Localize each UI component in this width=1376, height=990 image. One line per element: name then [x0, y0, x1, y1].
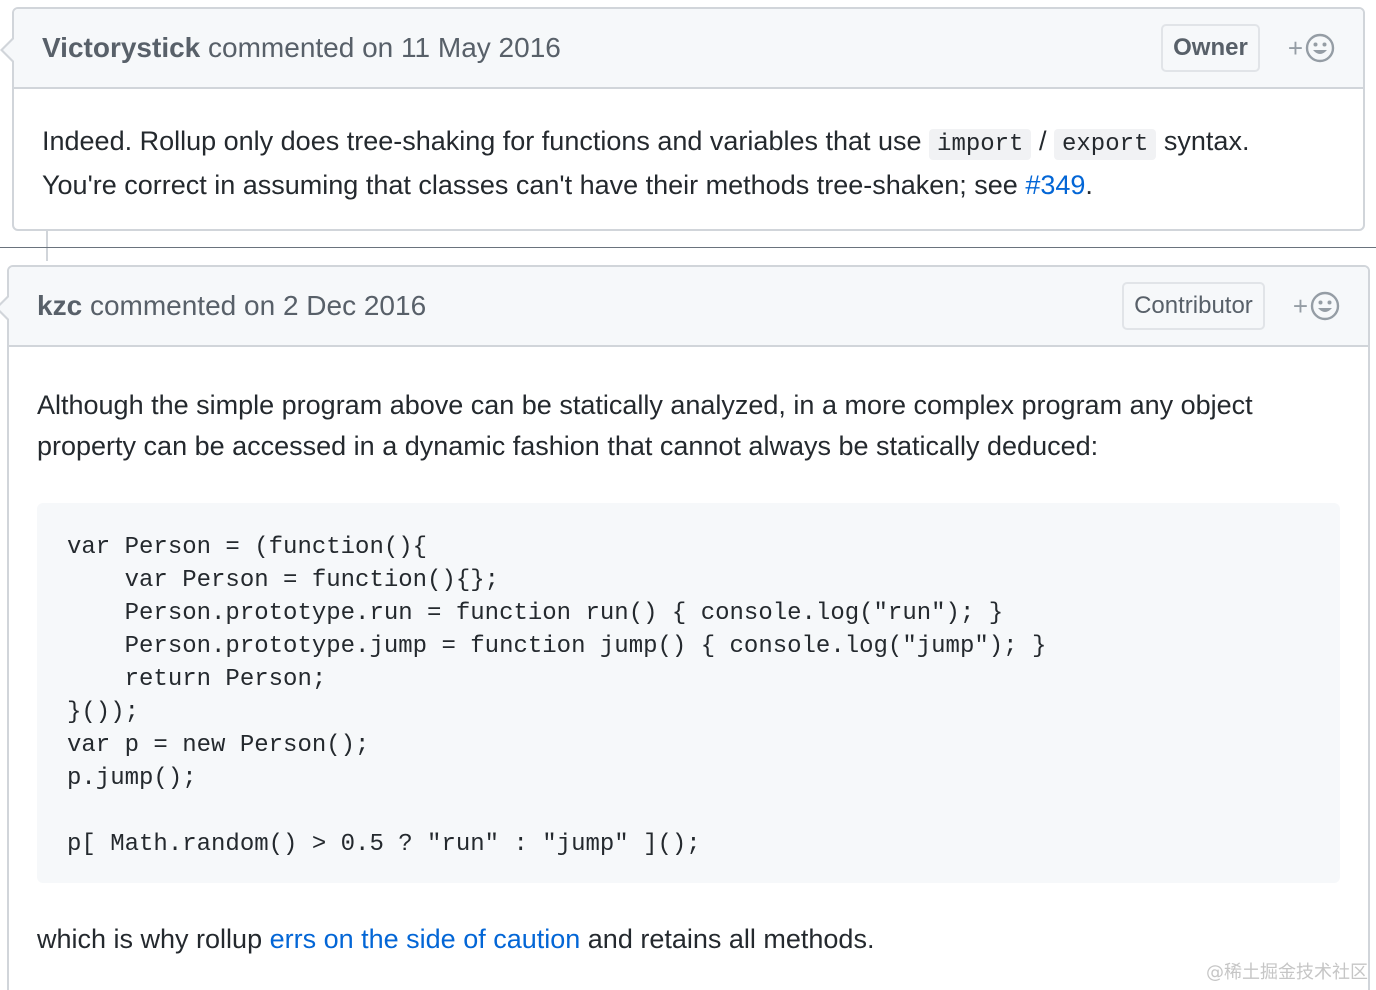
- body-line-2: You're correct in assuming that classes …: [42, 165, 1335, 206]
- body-line-1: Indeed. Rollup only does tree-shaking fo…: [42, 121, 1335, 165]
- issue-link-349[interactable]: #349: [1025, 170, 1085, 200]
- comment-meta: kzc commented on 2 Dec 2016: [37, 290, 1122, 322]
- comment-header: Victorystick commented on 11 May 2016 Ow…: [0, 9, 1363, 89]
- comment-body: Although the simple program above can be…: [9, 347, 1368, 980]
- body-text: Indeed. Rollup only does tree-shaking fo…: [42, 126, 930, 156]
- caution-link[interactable]: errs on the side of caution: [270, 924, 581, 954]
- comment-arrow: [0, 295, 9, 321]
- inline-code-import: import: [929, 129, 1032, 160]
- smiley-icon: [1305, 33, 1335, 63]
- body-paragraph-outro: which is why rollup errs on the side of …: [37, 919, 1340, 960]
- plus-icon: +: [1292, 290, 1308, 321]
- action-text: commented on: [89, 290, 276, 321]
- comment-date-link[interactable]: 11 May 2016: [401, 32, 561, 63]
- divider: [0, 247, 1376, 248]
- body-text: syntax.: [1156, 126, 1250, 156]
- smiley-icon: [1310, 291, 1340, 321]
- role-badge: Owner: [1161, 24, 1260, 72]
- watermark: @稀土掘金技术社区: [1206, 962, 1368, 983]
- comment-meta: Victorystick commented on 11 May 2016: [42, 32, 1161, 64]
- action-text: commented on: [208, 32, 394, 63]
- code-block: var Person = (function(){ var Person = f…: [37, 503, 1340, 883]
- comment-header: kzc commented on 2 Dec 2016 Contributor …: [0, 267, 1368, 347]
- body-text: .: [1085, 170, 1093, 200]
- comment-victorystick: Victorystick commented on 11 May 2016 Ow…: [0, 7, 1365, 231]
- page: Victorystick commented on 11 May 2016 Ow…: [0, 0, 1376, 990]
- add-reaction-button[interactable]: +: [1288, 33, 1335, 64]
- author-link[interactable]: kzc: [37, 290, 82, 321]
- comment-body: Indeed. Rollup only does tree-shaking fo…: [14, 89, 1363, 226]
- body-text: You're correct in assuming that classes …: [42, 170, 1026, 200]
- add-reaction-button[interactable]: +: [1293, 291, 1340, 322]
- plus-icon: +: [1287, 32, 1303, 63]
- role-badge: Contributor: [1122, 282, 1265, 330]
- comment-arrow: [0, 37, 14, 63]
- timeline-connector: [46, 231, 48, 261]
- inline-code-export: export: [1053, 129, 1157, 160]
- separator-text: /: [1031, 126, 1054, 156]
- comment-date-link[interactable]: 2 Dec 2016: [283, 290, 426, 321]
- comment-kzc: kzc commented on 2 Dec 2016 Contributor …: [0, 265, 1370, 990]
- body-paragraph: Although the simple program above can be…: [37, 390, 1253, 461]
- author-link[interactable]: Victorystick: [42, 32, 200, 63]
- body-text: which is why rollup: [37, 924, 270, 954]
- body-text: and retains all methods.: [580, 924, 875, 954]
